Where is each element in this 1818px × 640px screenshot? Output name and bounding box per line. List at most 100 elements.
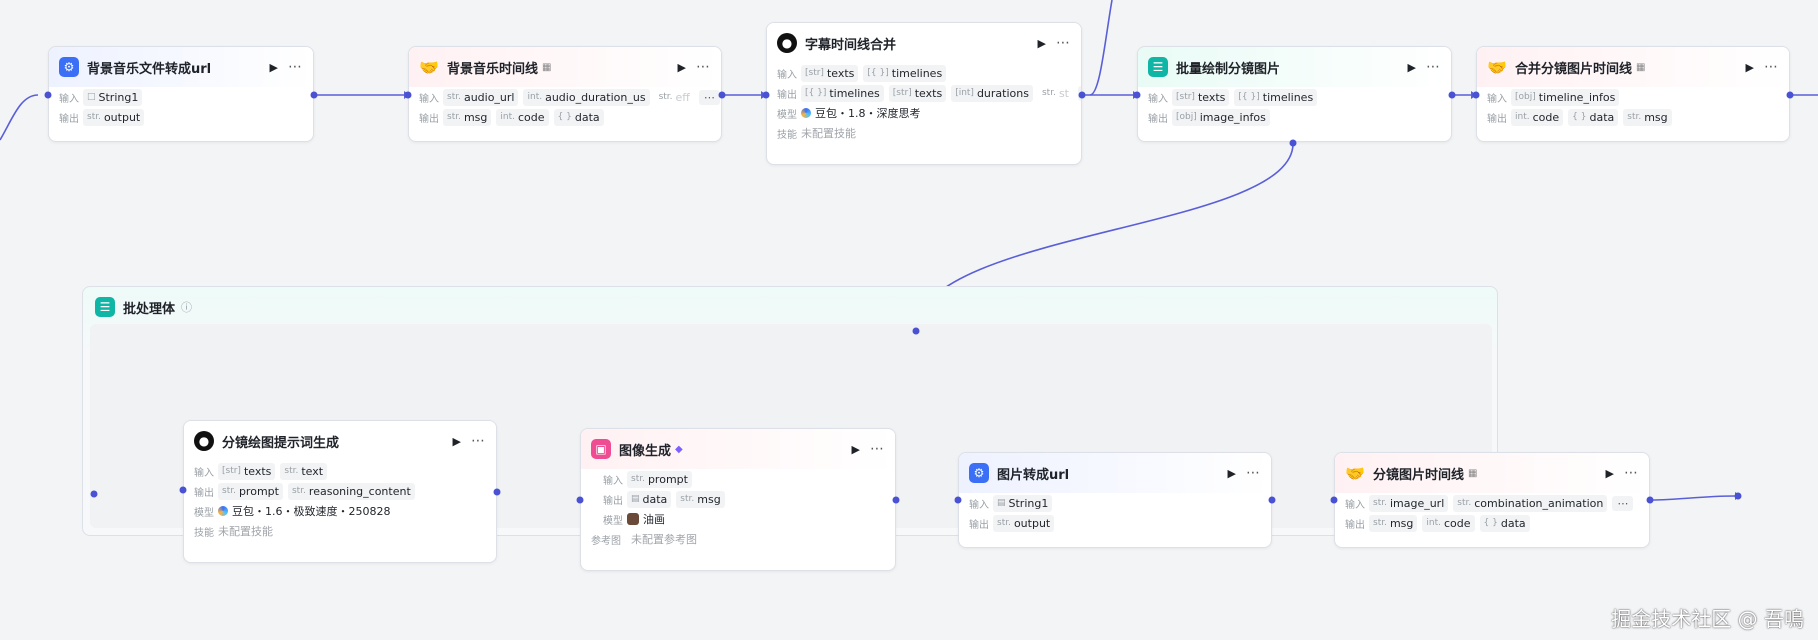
run-button[interactable]: ▶: [1228, 467, 1236, 480]
port-out[interactable]: [1646, 496, 1654, 504]
node-prompt-gen[interactable]: ● 分镜绘图提示词生成 ▶ ⋯ 输入 [str] texts str. text 输…: [183, 420, 497, 563]
node-image-gen[interactable]: ▣ 图像生成 ◆ ▶ ⋯ 输入 str. prompt 输出 ▤ data str.…: [580, 428, 896, 571]
port-out[interactable]: [718, 91, 726, 99]
layers-icon: ☰: [95, 297, 115, 317]
port-in[interactable]: [44, 91, 52, 99]
port-in[interactable]: [576, 496, 584, 504]
ref-image-row: 参考图 未配置参考图: [581, 529, 895, 549]
image-type-icon: ▤: [997, 497, 1006, 508]
node-img-to-url[interactable]: ⚙ 图片转成url ▶ ⋯ 输入 ▤ String1 输出 str. output: [958, 452, 1272, 548]
port-in[interactable]: [179, 486, 187, 494]
more-button[interactable]: ⋯: [870, 441, 885, 457]
node-storyboard-timeline[interactable]: 🤝 分镜图片时间线 ▦ ▶ ⋯ 输入 str. image_url str. com…: [1334, 452, 1650, 548]
node-subtitle-merge[interactable]: ● 字幕时间线合并 ▶ ⋯ 输入 [str] texts [{ }] timelin…: [766, 22, 1082, 165]
run-button[interactable]: ▶: [270, 61, 278, 74]
port-out[interactable]: [1448, 91, 1456, 99]
node-batch-draw[interactable]: ☰ 批量绘制分镜图片 ▶ ⋯ 输入 [str] texts [{ }] timeli…: [1137, 46, 1452, 142]
param-chip: str. prompt: [627, 470, 692, 488]
port-in[interactable]: [954, 496, 962, 504]
port-group-top[interactable]: [912, 327, 920, 335]
param-chip: [int] durations: [951, 84, 1033, 102]
group-title: 批处理体: [123, 301, 176, 317]
output-row: 输出 str. prompt str. reasoning_content: [184, 481, 496, 501]
ref-image-value: 未配置参考图: [631, 533, 697, 546]
port-in[interactable]: [1133, 91, 1141, 99]
port-in[interactable]: [404, 91, 412, 99]
handshake-icon: 🤝: [1487, 57, 1507, 77]
output-row: 输出 str. msg int. code { } data: [1335, 513, 1649, 533]
input-label: 输入: [1148, 93, 1168, 105]
more-button[interactable]: ⋯: [696, 59, 711, 75]
watermark: 掘金技术社区 @ 吾鳴: [1611, 607, 1804, 631]
param-chip: { } data: [553, 108, 604, 126]
port-group-out[interactable]: [1734, 492, 1742, 500]
run-button[interactable]: ▶: [1606, 467, 1614, 480]
param-chip: int. code: [1422, 514, 1475, 532]
port-out[interactable]: [1786, 91, 1794, 99]
wire-incoming: [0, 94, 39, 141]
input-label: 输入: [969, 499, 989, 511]
skill-label: 技能: [777, 129, 797, 141]
more-button[interactable]: ⋯: [1624, 465, 1639, 481]
port-out[interactable]: [493, 488, 501, 496]
param-chip: ▤ String1: [993, 494, 1053, 512]
param-chip: str. output: [993, 514, 1055, 532]
run-button[interactable]: ▶: [1038, 37, 1046, 50]
port-group-in[interactable]: [90, 490, 98, 498]
run-button[interactable]: ▶: [1408, 61, 1416, 74]
more-button[interactable]: ⋯: [1764, 59, 1779, 75]
port-out[interactable]: [1078, 91, 1086, 99]
node-title: 图片转成url: [997, 467, 1070, 483]
param-chip: [{ }] timelines: [1234, 88, 1318, 106]
param-chip-faded: str. st: [1041, 86, 1069, 100]
node-bgm-to-url[interactable]: ⚙ 背景音乐文件转成url ▶ ⋯ 输入 □ String1 输出 str. out…: [48, 46, 314, 142]
node-header: ● 字幕时间线合并 ▶ ⋯: [767, 23, 1081, 63]
info-icon[interactable]: ⓘ: [181, 299, 192, 315]
port-out[interactable]: [892, 496, 900, 504]
avatar: [627, 513, 639, 525]
more-button[interactable]: ⋯: [288, 59, 303, 75]
more-button[interactable]: ⋯: [1056, 35, 1071, 51]
model-label: 模型: [777, 109, 797, 121]
node-title: 分镜绘图提示词生成: [222, 435, 340, 451]
model-label: 模型: [603, 515, 623, 527]
more-button[interactable]: ⋯: [471, 433, 486, 449]
output-row: 输出 str. output: [49, 107, 313, 127]
port-out[interactable]: [310, 91, 318, 99]
more-params-button[interactable]: ⋯: [1612, 495, 1634, 511]
model-row: 模型 油画: [581, 509, 895, 529]
param-chip: [str] texts: [218, 462, 276, 480]
port-in[interactable]: [762, 91, 770, 99]
port-in[interactable]: [1472, 91, 1480, 99]
more-button[interactable]: ⋯: [1246, 465, 1261, 481]
node-bgm-timeline[interactable]: 🤝 背景音乐时间线 ▦ ▶ ⋯ 输入 str. audio_url int. aud…: [408, 46, 722, 142]
node-merge-timeline[interactable]: 🤝 合并分镜图片时间线 ▦ ▶ ⋯ 输入 [obj] timeline_infos…: [1476, 46, 1790, 142]
run-button[interactable]: ▶: [852, 443, 860, 456]
param-chip-faded: str. eff: [658, 90, 690, 104]
input-label: 输入: [777, 69, 797, 81]
more-params-button[interactable]: ⋯: [698, 89, 720, 105]
port-in[interactable]: [1330, 496, 1338, 504]
model-value: 豆包・1.8・深度思考: [801, 105, 921, 121]
input-label: 输入: [1487, 93, 1507, 105]
port-batch-body[interactable]: [1289, 139, 1297, 147]
output-label: 输出: [194, 487, 214, 499]
run-button[interactable]: ▶: [678, 61, 686, 74]
input-row: 输入 [str] texts [{ }] timelines: [1138, 87, 1451, 107]
image-icon: ▣: [591, 439, 611, 459]
node-title: 合并分镜图片时间线: [1515, 61, 1633, 77]
node-title: 背景音乐文件转成url: [87, 61, 212, 77]
run-button[interactable]: ▶: [1746, 61, 1754, 74]
group-header: ☰ 批处理体 ⓘ: [95, 297, 192, 317]
node-title: 字幕时间线合并: [805, 37, 897, 53]
output-label: 输出: [59, 113, 79, 125]
output-label: 输出: [419, 113, 439, 125]
more-button[interactable]: ⋯: [1426, 59, 1441, 75]
port-out[interactable]: [1268, 496, 1276, 504]
param-chip: str. msg: [443, 108, 492, 126]
param-chip: [str] texts: [801, 64, 859, 82]
image-type-icon: ▤: [631, 493, 640, 504]
doubao-icon: [218, 506, 228, 516]
param-chip: { } data: [1479, 514, 1530, 532]
run-button[interactable]: ▶: [453, 435, 461, 448]
